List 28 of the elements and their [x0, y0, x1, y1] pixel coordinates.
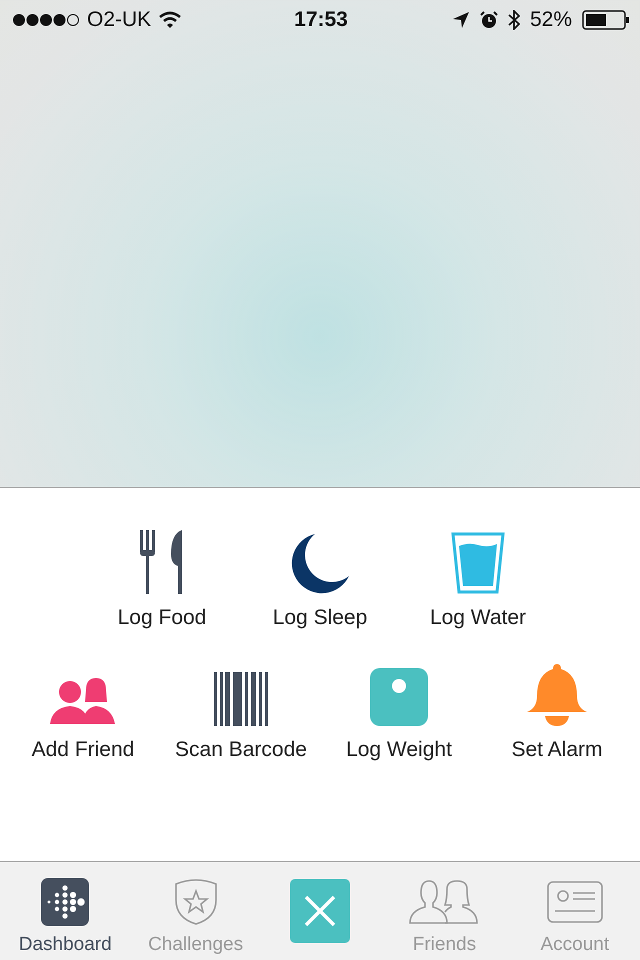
close-icon [303, 894, 338, 928]
alarm-action[interactable]: Set Alarm [478, 654, 636, 762]
clock-time: 17:53 [294, 8, 348, 32]
water-action[interactable]: Log Water [399, 522, 557, 630]
people-outline-icon [409, 879, 480, 925]
people-icon [50, 678, 116, 726]
moon-icon [289, 532, 351, 594]
close-button[interactable] [290, 879, 350, 943]
battery-icon [582, 10, 630, 30]
friend-action[interactable]: Add Friend [4, 654, 162, 762]
tab-item[interactable]: Dashboard [0, 862, 130, 960]
alarm-clock-icon [480, 11, 498, 29]
location-arrow-icon [452, 11, 470, 29]
signal-icon [12, 13, 80, 27]
glass-icon [451, 532, 505, 594]
sleep-action[interactable]: Log Sleep [241, 522, 399, 630]
id-card-icon [546, 881, 603, 923]
food-action[interactable]: Log Food [83, 522, 241, 630]
battery-percent: 52% [530, 8, 572, 32]
weight-action[interactable]: Log Weight [320, 654, 478, 762]
bell-icon [527, 664, 587, 726]
wifi-icon [158, 11, 182, 29]
barcode-icon [214, 672, 268, 726]
dots-logo-icon [41, 878, 90, 926]
carrier-name: O2-UK [87, 8, 152, 32]
bluetooth-icon [508, 10, 520, 30]
barcode-action[interactable]: Scan Barcode [162, 654, 320, 762]
scale-icon [370, 668, 428, 726]
